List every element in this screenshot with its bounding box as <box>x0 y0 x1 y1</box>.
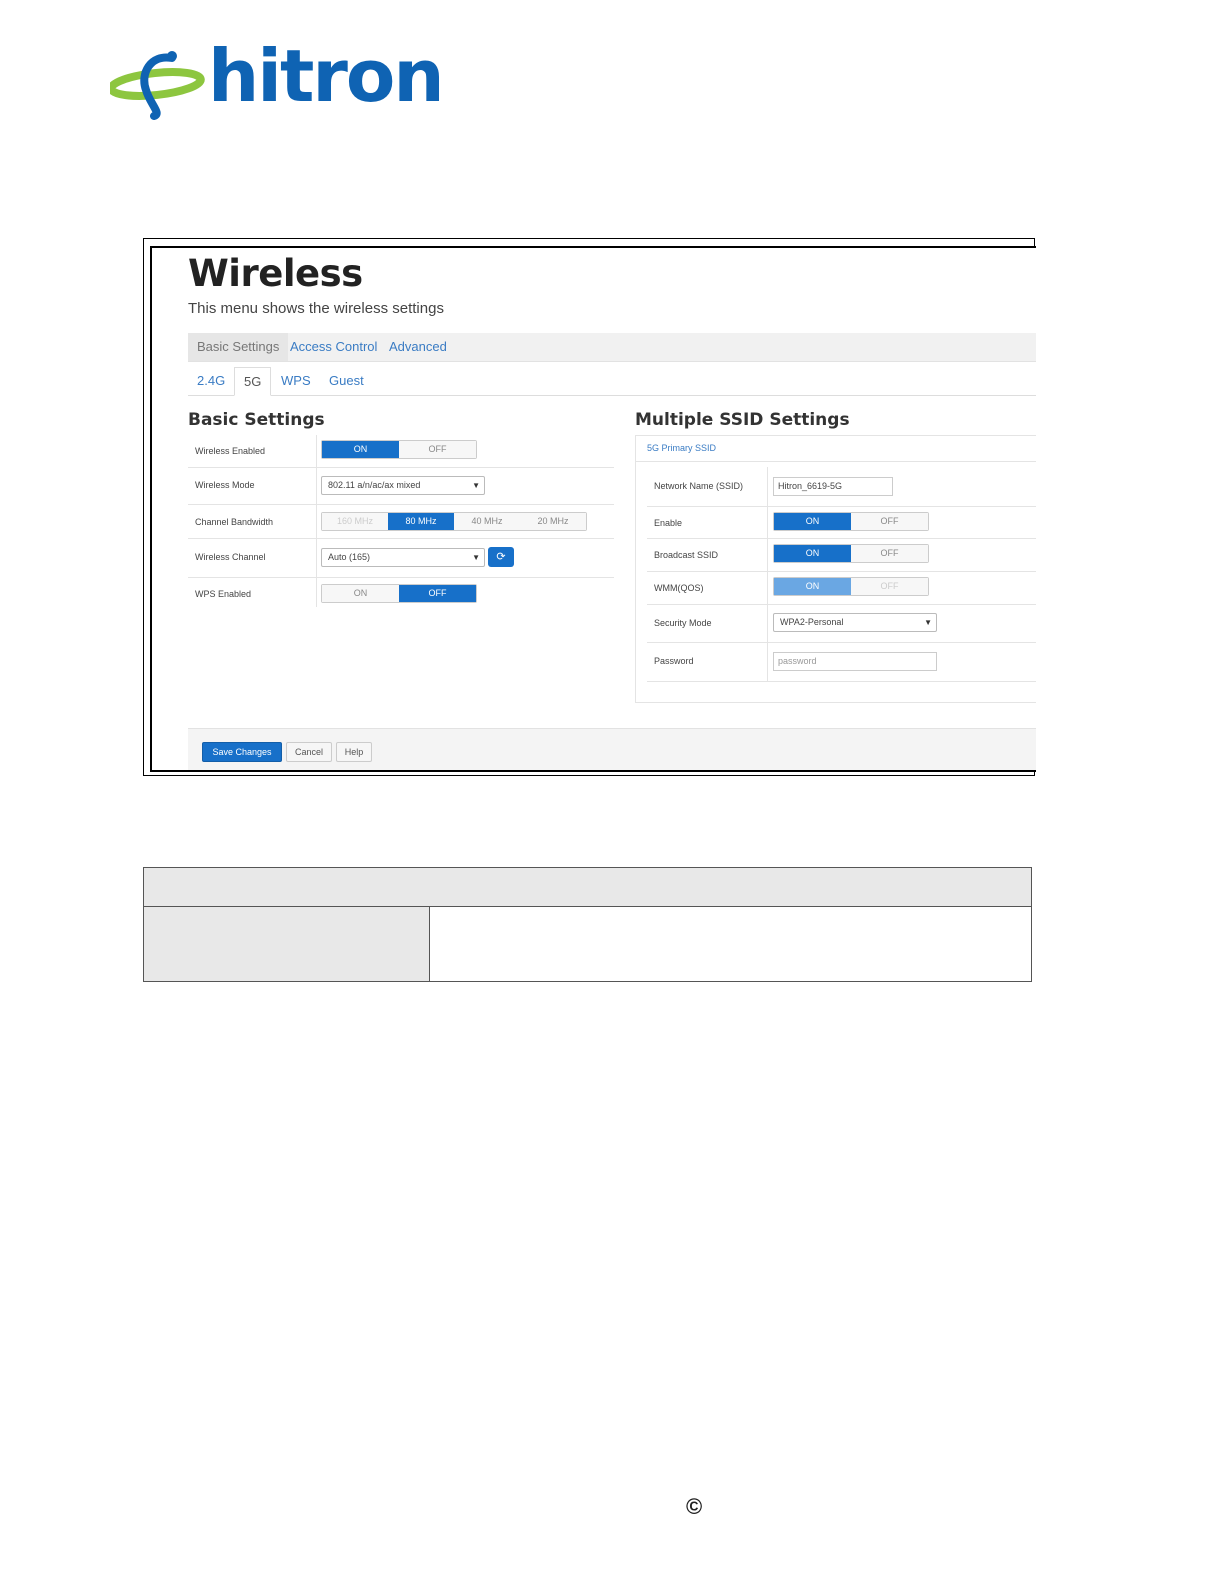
toggle-on: ON <box>774 578 851 595</box>
ssid-subheader: 5G Primary SSID <box>635 435 1036 462</box>
network-name-input[interactable]: Hitron_6619-5G <box>773 477 893 496</box>
password-row: Password password <box>647 642 1036 682</box>
bandwidth-80-option[interactable]: 80 MHz <box>388 513 454 530</box>
enable-row: Enable ON OFF <box>647 506 1036 539</box>
broadcast-ssid-toggle[interactable]: ON OFF <box>773 544 929 563</box>
chevron-down-icon: ▼ <box>472 553 480 562</box>
toggle-on[interactable]: ON <box>774 545 851 562</box>
toggle-off[interactable]: OFF <box>399 585 476 602</box>
ssid-panel-border <box>635 460 636 702</box>
password-input[interactable]: password <box>773 652 937 671</box>
toggle-on[interactable]: ON <box>322 585 399 602</box>
wmm-label: WMM(QOS) <box>654 583 704 593</box>
page-title: Wireless <box>188 252 363 295</box>
refresh-icon[interactable]: ⟳ <box>488 547 514 567</box>
wireless-mode-label: Wireless Mode <box>195 480 255 490</box>
ssid-panel-bottom <box>635 702 1036 703</box>
wireless-channel-row: Wireless Channel Auto (165) ▼ ⟳ <box>188 538 614 578</box>
wmm-row: WMM(QOS) ON OFF <box>647 571 1036 605</box>
tab-advanced[interactable]: Advanced <box>380 333 456 361</box>
wireless-mode-row: Wireless Mode 802.11 a/n/ac/ax mixed ▼ <box>188 467 614 505</box>
main-tab-bar: Basic Settings Access Control Advanced <box>188 333 1036 362</box>
cancel-button[interactable]: Cancel <box>286 742 332 762</box>
description-table <box>143 867 1032 982</box>
toggle-off[interactable]: OFF <box>851 513 928 530</box>
tab-basic-settings[interactable]: Basic Settings <box>188 333 289 361</box>
enable-toggle[interactable]: ON OFF <box>773 512 929 531</box>
toggle-on[interactable]: ON <box>774 513 851 530</box>
wireless-channel-value: Auto (165) <box>328 552 371 562</box>
enable-label: Enable <box>654 518 683 528</box>
chevron-down-icon: ▼ <box>472 481 480 490</box>
chevron-down-icon: ▼ <box>924 618 932 627</box>
wireless-enabled-label: Wireless Enabled <box>195 446 266 456</box>
channel-bandwidth-label: Channel Bandwidth <box>195 517 274 527</box>
wireless-channel-select[interactable]: Auto (165) ▼ <box>321 548 485 567</box>
wireless-mode-value: 802.11 a/n/ac/ax mixed <box>328 480 421 490</box>
band-tab-bar: 2.4G 5G WPS Guest <box>188 367 1036 396</box>
wmm-toggle: ON OFF <box>773 577 929 596</box>
wireless-enabled-toggle[interactable]: ON OFF <box>321 440 477 459</box>
tab-wps[interactable]: WPS <box>272 367 320 395</box>
bandwidth-20-option[interactable]: 20 MHz <box>520 513 586 530</box>
wps-enabled-row: WPS Enabled <box>188 577 316 607</box>
wps-enabled-label: WPS Enabled <box>195 589 252 599</box>
network-name-row: Network Name (SSID) Hitron_6619-5G <box>647 467 1036 507</box>
page-subtitle: This menu shows the wireless settings <box>188 300 444 317</box>
copyright-symbol: © <box>686 1494 703 1519</box>
wireless-mode-select[interactable]: 802.11 a/n/ac/ax mixed ▼ <box>321 476 485 495</box>
broadcast-ssid-label: Broadcast SSID <box>654 550 719 560</box>
hitron-logo: hitron <box>110 38 445 120</box>
broadcast-ssid-row: Broadcast SSID ON OFF <box>647 538 1036 572</box>
table-label-cell <box>144 907 430 981</box>
tab-access-control[interactable]: Access Control <box>281 333 386 361</box>
channel-bandwidth-row: Channel Bandwidth 160 MHz 80 MHz 40 MHz … <box>188 504 614 539</box>
bandwidth-160-option: 160 MHz <box>322 513 388 530</box>
table-header <box>144 868 1031 907</box>
toggle-off: OFF <box>851 578 928 595</box>
toggle-off[interactable]: OFF <box>399 441 476 458</box>
wireless-screen: Wireless This menu shows the wireless se… <box>150 246 1036 772</box>
bandwidth-40-option[interactable]: 40 MHz <box>454 513 520 530</box>
toggle-on[interactable]: ON <box>322 441 399 458</box>
save-changes-button[interactable]: Save Changes <box>202 742 282 762</box>
security-mode-row: Security Mode WPA2-Personal ▼ <box>647 604 1036 643</box>
tab-5g[interactable]: 5G <box>234 367 272 396</box>
wps-enabled-toggle[interactable]: ON OFF <box>321 584 477 603</box>
security-mode-value: WPA2-Personal <box>780 617 844 627</box>
channel-bandwidth-selector[interactable]: 160 MHz 80 MHz 40 MHz 20 MHz <box>321 512 587 531</box>
tab-guest[interactable]: Guest <box>320 367 373 395</box>
security-mode-select[interactable]: WPA2-Personal ▼ <box>773 613 937 632</box>
password-label: Password <box>654 656 694 666</box>
tab-2-4g[interactable]: 2.4G <box>188 367 234 395</box>
ssid-subheading: 5G Primary SSID <box>647 443 717 453</box>
help-button[interactable]: Help <box>336 742 372 762</box>
security-mode-label: Security Mode <box>654 618 712 628</box>
wireless-channel-label: Wireless Channel <box>195 552 266 562</box>
toggle-off[interactable]: OFF <box>851 545 928 562</box>
wireless-enabled-row: Wireless Enabled ON OFF <box>188 435 614 468</box>
hitron-swoosh-icon <box>110 51 205 120</box>
logo-wordmark: hitron <box>208 34 445 118</box>
network-name-label: Network Name (SSID) <box>654 481 744 491</box>
basic-settings-heading: Basic Settings <box>188 410 325 430</box>
multiple-ssid-heading: Multiple SSID Settings <box>635 410 850 430</box>
